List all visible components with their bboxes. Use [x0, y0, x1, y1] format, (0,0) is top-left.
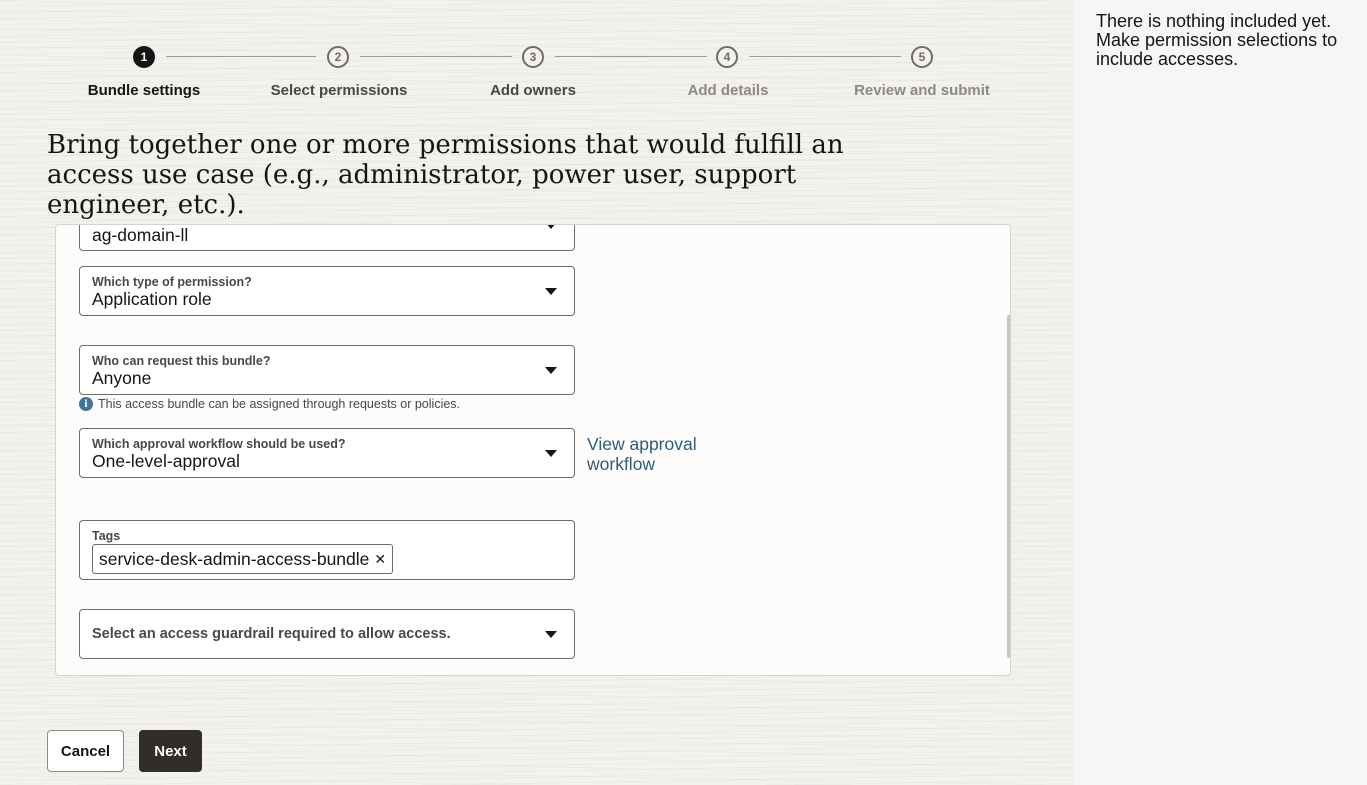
permission-type-label: Which type of permission? — [92, 275, 252, 289]
requester-label: Who can request this bundle? — [92, 354, 271, 368]
next-button[interactable]: Next — [139, 730, 202, 772]
selection-summary-panel: There is nothing included yet. Make perm… — [1074, 0, 1367, 785]
main-content: 1 2 3 4 5 Bundle settings Select permiss… — [0, 0, 1074, 785]
chevron-down-icon — [545, 631, 557, 638]
permission-type-select[interactable]: Which type of permission? Application ro… — [79, 266, 575, 316]
step-5-indicator: 5 — [911, 46, 933, 68]
step-connector — [555, 56, 707, 57]
approval-workflow-label: Which approval workflow should be used? — [92, 437, 346, 451]
approval-workflow-value: One-level-approval — [92, 451, 240, 471]
step-connector — [749, 56, 901, 57]
step-2-label: Select permissions — [270, 82, 408, 99]
form-scrollbar[interactable] — [1007, 315, 1010, 658]
step-connector — [360, 56, 512, 57]
chevron-down-icon — [545, 450, 557, 457]
step-1-indicator: 1 — [133, 46, 155, 68]
cancel-button[interactable]: Cancel — [47, 730, 124, 772]
chevron-down-icon — [545, 367, 557, 374]
requester-helper-text: i This access bundle can be assigned thr… — [79, 397, 460, 411]
empty-selection-message: There is nothing included yet. Make perm… — [1096, 11, 1338, 69]
close-icon[interactable]: ✕ — [374, 551, 386, 568]
info-icon: i — [79, 397, 93, 411]
step-1-label: Bundle settings — [87, 82, 201, 99]
step-4-label: Add details — [687, 82, 769, 99]
bundle-settings-form: ag-domain-ll Which type of permission? A… — [55, 224, 1011, 676]
permission-type-value: Application role — [92, 289, 212, 309]
tag-chip-label: service-desk-admin-access-bundle — [99, 548, 370, 569]
chevron-down-icon — [545, 225, 557, 229]
approval-workflow-select[interactable]: Which approval workflow should be used? … — [79, 428, 575, 478]
step-3-label: Add owners — [490, 82, 576, 99]
requester-select[interactable]: Who can request this bundle? Anyone — [79, 345, 575, 395]
step-2-indicator: 2 — [327, 46, 349, 68]
domain-select[interactable]: ag-domain-ll — [79, 225, 575, 251]
step-5-label: Review and submit — [854, 82, 990, 99]
tags-input[interactable]: Tags service-desk-admin-access-bundle ✕ — [79, 520, 575, 580]
tag-chip: service-desk-admin-access-bundle ✕ — [92, 544, 394, 574]
chevron-down-icon — [545, 288, 557, 295]
step-3-indicator: 3 — [522, 46, 544, 68]
view-approval-workflow-link[interactable]: View approval workflow — [587, 434, 707, 474]
domain-select-value: ag-domain-ll — [92, 225, 189, 245]
step-connector — [166, 56, 316, 57]
step-4-indicator: 4 — [716, 46, 738, 68]
requester-value: Anyone — [92, 368, 152, 388]
page-description: Bring together one or more permissions t… — [47, 130, 844, 220]
guardrail-placeholder: Select an access guardrail required to a… — [92, 626, 451, 642]
guardrail-select[interactable]: Select an access guardrail required to a… — [79, 609, 575, 659]
requester-helper-label: This access bundle can be assigned throu… — [98, 397, 461, 411]
tags-label: Tags — [92, 529, 121, 543]
